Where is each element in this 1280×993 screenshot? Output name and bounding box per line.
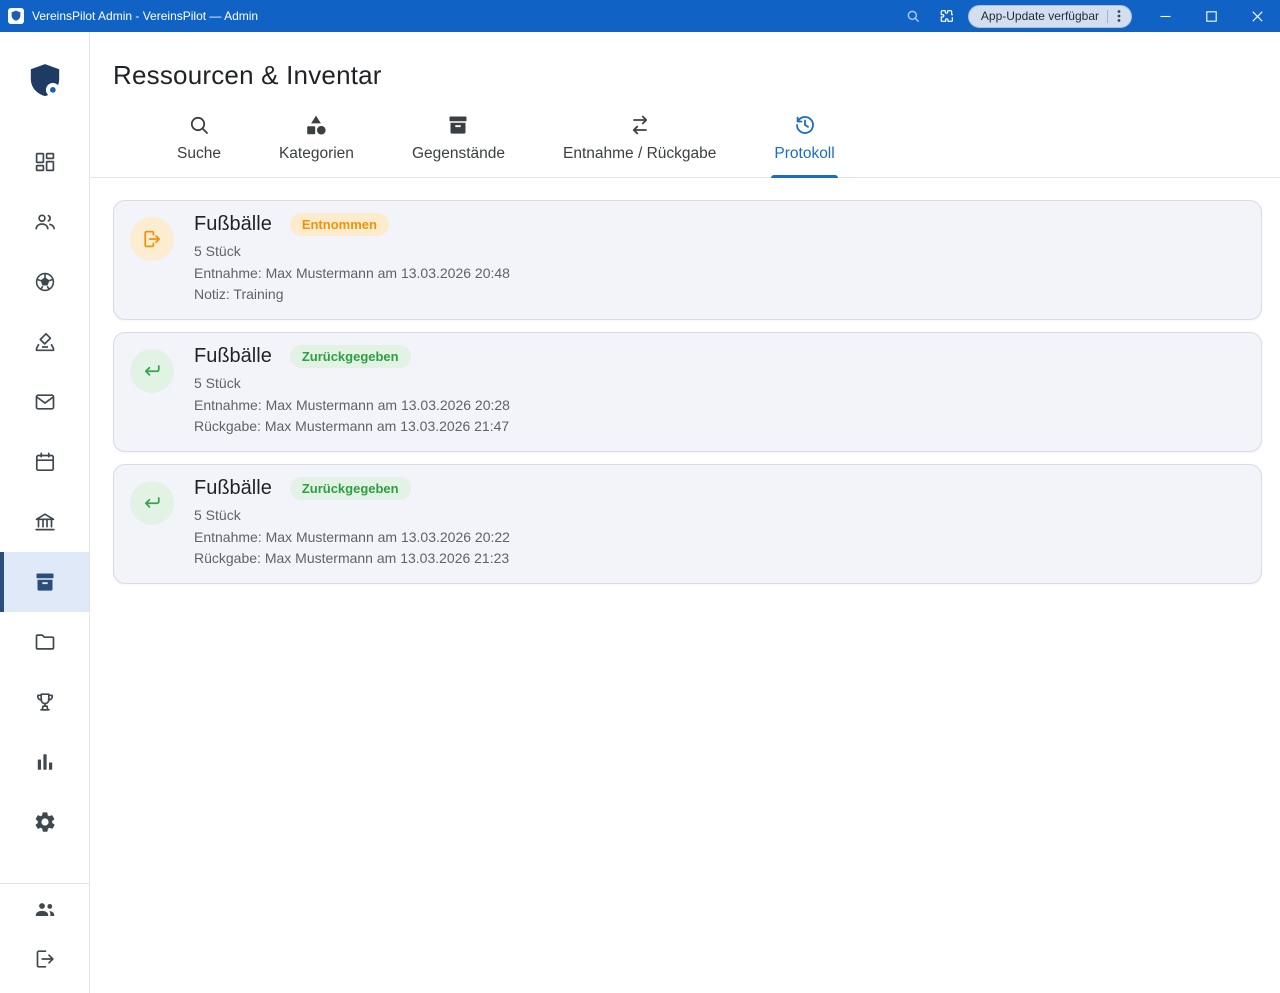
mail-icon <box>33 390 57 414</box>
archive-icon <box>446 113 470 137</box>
entry-quantity: 5 Stück <box>194 241 510 262</box>
app-logo <box>0 32 89 132</box>
kebab-menu-icon[interactable] <box>1113 9 1125 23</box>
status-badge: Entnommen <box>290 213 389 236</box>
sidebar-item-mail[interactable] <box>0 372 89 432</box>
sidebar-item-logout[interactable] <box>0 934 89 984</box>
logout-icon <box>33 947 57 971</box>
tab-label: Gegenstände <box>412 145 505 163</box>
sidebar-item-competitions[interactable] <box>0 672 89 732</box>
sidebar-item-sports[interactable] <box>0 252 89 312</box>
sidebar-item-vote[interactable] <box>0 312 89 372</box>
trophy-icon <box>33 690 57 714</box>
log-entry-card: Fußbälle Zurückgegeben 5 Stück Entnahme:… <box>113 464 1262 584</box>
sidebar-item-calendar[interactable] <box>0 432 89 492</box>
extensions-icon[interactable] <box>930 0 964 32</box>
vote-icon <box>33 330 57 354</box>
sidebar-item-inventory[interactable] <box>0 552 89 612</box>
zoom-icon[interactable] <box>896 0 930 32</box>
swap-arrows-icon <box>628 113 652 137</box>
sidebar-item-finance[interactable] <box>0 492 89 552</box>
page-title: Ressourcen & Inventar <box>113 60 1280 91</box>
tab-protokoll[interactable]: Protokoll <box>771 107 837 177</box>
dashboard-icon <box>33 150 57 174</box>
entry-line: Entnahme: Max Mustermann am 13.03.2026 2… <box>194 395 510 416</box>
sidebar-item-settings[interactable] <box>0 792 89 852</box>
tab-kategorien[interactable]: Kategorien <box>276 107 357 177</box>
tab-label: Kategorien <box>279 145 354 163</box>
log-entry-card: Fußbälle Zurückgegeben 5 Stück Entnahme:… <box>113 332 1262 452</box>
status-badge: Zurückgegeben <box>290 345 411 368</box>
tab-bar: Suche Kategorien Gegenstände Entnahme / … <box>90 91 1280 178</box>
entry-quantity: 5 Stück <box>194 505 510 526</box>
entry-title: Fußbälle <box>194 345 272 368</box>
status-badge: Zurückgegeben <box>290 477 411 500</box>
history-icon <box>793 113 817 137</box>
tab-gegenstaende[interactable]: Gegenstände <box>409 107 508 177</box>
window-title: VereinsPilot Admin - VereinsPilot — Admi… <box>32 9 258 23</box>
chart-icon <box>33 750 57 774</box>
sidebar-item-groups[interactable] <box>0 884 89 934</box>
app-update-button[interactable]: App-Update verfügbar <box>968 5 1132 28</box>
members-icon <box>33 210 57 234</box>
entry-line: Entnahme: Max Mustermann am 13.03.2026 2… <box>194 263 510 284</box>
tab-suche[interactable]: Suche <box>174 107 224 177</box>
category-icon <box>304 113 328 137</box>
sidebar-item-documents[interactable] <box>0 612 89 672</box>
app-favicon-icon <box>8 8 24 24</box>
search-icon <box>187 113 211 137</box>
settings-icon <box>33 810 57 834</box>
minimize-button[interactable] <box>1142 0 1188 32</box>
maximize-button[interactable] <box>1188 0 1234 32</box>
sports-icon <box>33 270 57 294</box>
entry-line: Notiz: Training <box>194 284 510 305</box>
sidebar-item-dashboard[interactable] <box>0 132 89 192</box>
tab-entnahme-rueckgabe[interactable]: Entnahme / Rückgabe <box>560 107 719 177</box>
entry-line: Rückgabe: Max Mustermann am 13.03.2026 2… <box>194 548 510 569</box>
tab-label: Entnahme / Rückgabe <box>563 145 716 163</box>
inventory-icon <box>33 570 57 594</box>
entry-title: Fußbälle <box>194 477 272 500</box>
entry-line: Entnahme: Max Mustermann am 13.03.2026 2… <box>194 527 510 548</box>
log-entry-card: Fußbälle Entnommen 5 Stück Entnahme: Max… <box>113 200 1262 320</box>
sidebar-item-statistics[interactable] <box>0 732 89 792</box>
divider <box>1107 10 1108 23</box>
protocol-log-list: Fußbälle Entnommen 5 Stück Entnahme: Max… <box>90 178 1280 596</box>
groups-icon <box>33 897 57 921</box>
return-icon <box>130 481 174 525</box>
titlebar: VereinsPilot Admin - VereinsPilot — Admi… <box>0 0 1280 32</box>
app-update-label: App-Update verfügbar <box>981 9 1099 23</box>
tab-label: Protokoll <box>774 145 834 163</box>
entry-line: Rückgabe: Max Mustermann am 13.03.2026 2… <box>194 416 510 437</box>
close-button[interactable] <box>1234 0 1280 32</box>
calendar-icon <box>33 450 57 474</box>
folder-icon <box>33 630 57 654</box>
bank-icon <box>33 510 57 534</box>
checkout-icon <box>130 217 174 261</box>
tab-label: Suche <box>177 145 221 163</box>
main-content: Ressourcen & Inventar Suche Kategorien G… <box>90 32 1280 993</box>
entry-quantity: 5 Stück <box>194 373 510 394</box>
sidebar <box>0 32 90 993</box>
return-icon <box>130 349 174 393</box>
entry-title: Fußbälle <box>194 213 272 236</box>
sidebar-item-members[interactable] <box>0 192 89 252</box>
